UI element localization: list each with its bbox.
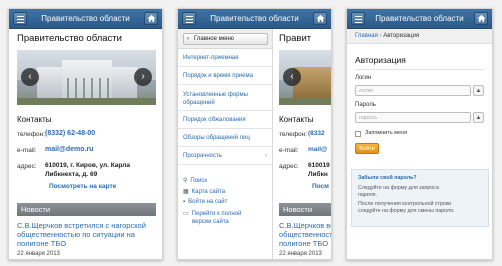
phone-label: телефон: (17, 131, 46, 138)
news-item-date: 22 января 2013 (17, 251, 60, 257)
phone-screen-menu: Правительство области Правит ‹ Контакты … (177, 8, 332, 260)
phone-screen-main: Правительство области Правительство обла… (8, 8, 163, 260)
warning-icon: ▲ (475, 115, 482, 121)
menu-button[interactable] (351, 12, 365, 25)
email-link[interactable]: mail@ (308, 146, 327, 153)
home-icon (476, 14, 486, 23)
email-label: e-mail: (17, 147, 37, 154)
chevron-left-icon: ‹ (290, 71, 294, 82)
forgot-password-box: Забыли свой пароль? Следуйте на форму дл… (351, 169, 489, 227)
menu-item-appeal-reviews[interactable]: Обзоры обращений лиц (178, 131, 272, 147)
news-heading: Новости (17, 203, 156, 216)
forgot-password-text-4[interactable]: следуйте на форму для смены пароля. (358, 208, 454, 215)
remember-me-label: Запомнить меня (365, 130, 408, 136)
phone-screen-login: Правительство области Главная › Авториза… (346, 8, 493, 260)
address-label: адрес: (17, 163, 37, 170)
menu-item-reception-schedule[interactable]: Порядок и время приема (178, 69, 272, 85)
password-warning-button[interactable]: ▲ (473, 112, 484, 123)
app-header: Правительство области (178, 9, 331, 29)
news-item-date: 22 января 2013 (279, 251, 322, 257)
breadcrumb: Главная › Авторизация (347, 29, 492, 44)
news-heading: Новости (279, 203, 331, 216)
map-link[interactable]: Посм (312, 183, 329, 190)
home-button[interactable] (313, 12, 327, 25)
warning-icon: ▲ (475, 88, 482, 94)
app-title: Правительство области (210, 14, 299, 23)
sitemap-icon: ▦ (183, 189, 189, 195)
menu-item-internet-reception[interactable]: Интернет-приемная (178, 51, 272, 67)
menu-item-transparency[interactable]: Прозрачность › (178, 149, 272, 165)
remember-me-checkbox[interactable] (355, 131, 361, 137)
app-title: Правительство области (41, 14, 130, 23)
home-button[interactable] (144, 12, 158, 25)
hamburger-icon (16, 16, 24, 17)
chevron-right-icon: › (141, 71, 145, 82)
address-line-2: Либкн (308, 171, 328, 178)
tool-full-version-link[interactable]: ▭ Перейти к полной версии сайта (183, 210, 241, 226)
map-link[interactable]: Посмотреть на карте (49, 183, 116, 190)
breadcrumb-current: Авторизация (383, 33, 420, 39)
home-icon (315, 14, 325, 23)
phone-link[interactable]: (8332) 62-48-00 (45, 130, 95, 137)
menu-button[interactable] (13, 12, 27, 25)
slider-next-button[interactable]: › (134, 68, 152, 86)
hamburger-icon (354, 16, 362, 17)
breadcrumb-home-link[interactable]: Главная (355, 33, 378, 39)
forgot-password-text-3: После получения контрольной строки (358, 201, 452, 207)
forgot-password-text-2: пароля. (358, 192, 378, 198)
chevron-left-icon: ‹ (187, 36, 189, 42)
app-title: Правительство области (375, 14, 464, 23)
login-warning-button[interactable]: ▲ (473, 85, 484, 96)
app-header: Правительство области (9, 9, 162, 29)
phone-link[interactable]: (8332 (308, 130, 325, 137)
address-line-1: 610019 (308, 162, 330, 169)
login-input[interactable]: логин (355, 85, 471, 96)
forgot-password-text-1[interactable]: Следуйте на форму для запроса (358, 185, 439, 192)
page-title: Правительство области (17, 33, 122, 44)
app-header: Правительство области (347, 9, 492, 29)
phone-label: телефон: (279, 131, 308, 138)
slider-prev-button[interactable]: ‹ (283, 68, 301, 86)
contacts-heading: Контакты (17, 115, 52, 124)
menu-item-appeal-procedure[interactable]: Порядок обжалования (178, 113, 272, 129)
chevron-left-icon: ‹ (28, 71, 32, 82)
side-menu-header: ‹ Главное меню (178, 29, 272, 49)
home-button[interactable] (474, 12, 488, 25)
password-label: Пароль (355, 102, 376, 108)
tool-sitemap-link[interactable]: ▦ Карта сайта (183, 188, 225, 195)
menu-button[interactable] (182, 12, 196, 25)
email-link[interactable]: mail@demo.ru (45, 146, 93, 153)
user-icon: ▪ (183, 199, 186, 205)
news-item-title[interactable]: С.В.Щерчков встретился с нагорской общес… (17, 221, 146, 248)
email-label: e-mail: (279, 147, 299, 154)
home-icon (146, 14, 156, 23)
login-submit-button[interactable]: Войти (355, 143, 379, 154)
desktop-icon: ▭ (183, 211, 189, 217)
password-input[interactable]: пароль (355, 112, 471, 123)
contacts-heading: Контакты (279, 115, 314, 124)
news-item-title[interactable]: С.В.Щерчков встретился с нагорской общес… (279, 221, 331, 248)
page-title: Авторизация (355, 55, 406, 65)
tool-search-link[interactable]: ⚲ Поиск (183, 177, 207, 184)
address-line-1: 610019, г. Киров, ул. Карла (45, 162, 130, 169)
main-menu-back-button[interactable]: ‹ Главное меню (183, 33, 268, 45)
side-menu: ‹ Главное меню Интернет-приемная Порядок… (178, 29, 273, 259)
address-line-2: Либкнехта, д. 69 (45, 171, 98, 178)
forgot-password-heading: Забыли свой пароль? (358, 175, 417, 181)
tool-login-link[interactable]: ▪ Войти на сайт (183, 199, 227, 205)
page-title: Правит (279, 33, 312, 44)
login-label: Логин (355, 75, 372, 81)
photo-slider[interactable]: ‹ (279, 50, 331, 105)
photo-slider[interactable]: ‹ › (17, 50, 156, 105)
address-label: адрес: (279, 163, 299, 170)
search-icon: ⚲ (183, 178, 188, 184)
slider-prev-button[interactable]: ‹ (21, 68, 39, 86)
menu-item-request-forms[interactable]: Установленные формы обращений (178, 87, 272, 111)
hamburger-icon (185, 16, 193, 17)
chevron-right-icon: › (265, 153, 267, 159)
